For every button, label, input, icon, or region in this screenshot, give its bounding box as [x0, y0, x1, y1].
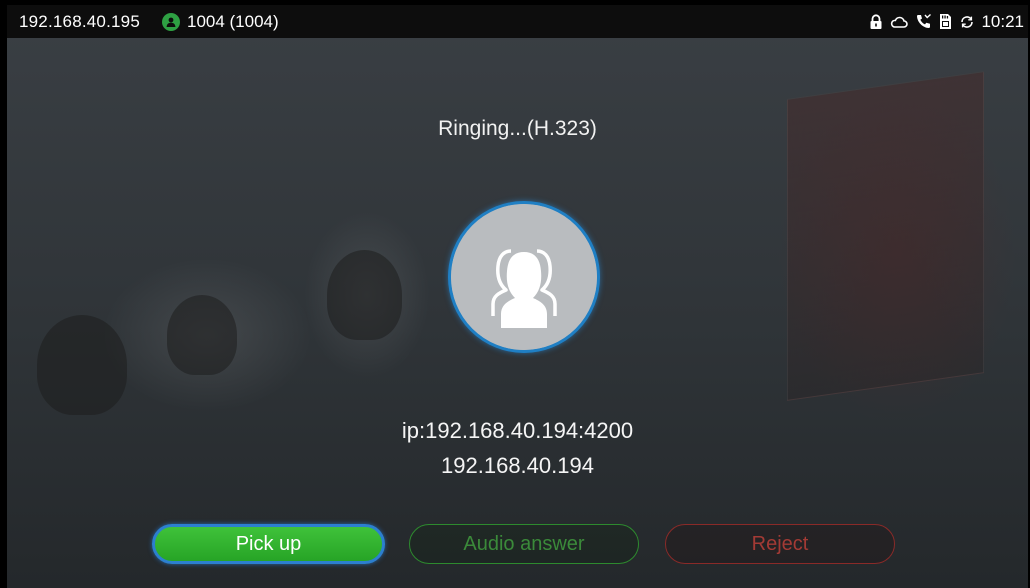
sync-icon [959, 14, 975, 30]
clock-time: 10:21 [981, 11, 1024, 31]
caller-ip-address: ip:192.168.40.194:4200 [401, 418, 634, 443]
account-icon [161, 12, 180, 31]
group-contacts-icon [448, 201, 600, 353]
incoming-call-screen: 192.168.40.195 1004 (1004) 10:21 Ringing… [7, 5, 1028, 588]
audio-answer-button[interactable]: Audio answer [409, 524, 639, 564]
cloud-icon [890, 15, 909, 29]
account-indicator: 1004 (1004) [161, 11, 279, 32]
status-icons: 10:21 [862, 5, 1024, 38]
status-bar: 192.168.40.195 1004 (1004) 10:21 [7, 5, 1028, 38]
sd-card-icon [939, 13, 952, 30]
caller-number: 192.168.40.194 [441, 453, 594, 478]
device-ip-address: 192.168.40.195 [19, 11, 140, 31]
background-person [327, 250, 402, 340]
lock-icon [869, 13, 883, 30]
account-label: 1004 (1004) [186, 11, 279, 31]
background-person [167, 295, 237, 375]
reject-button[interactable]: Reject [665, 524, 895, 564]
phone-missed-icon [915, 13, 932, 30]
pick-up-button[interactable]: Pick up [152, 524, 385, 564]
call-status-text: Ringing...(H.323) [438, 117, 597, 140]
background-person [37, 315, 127, 415]
